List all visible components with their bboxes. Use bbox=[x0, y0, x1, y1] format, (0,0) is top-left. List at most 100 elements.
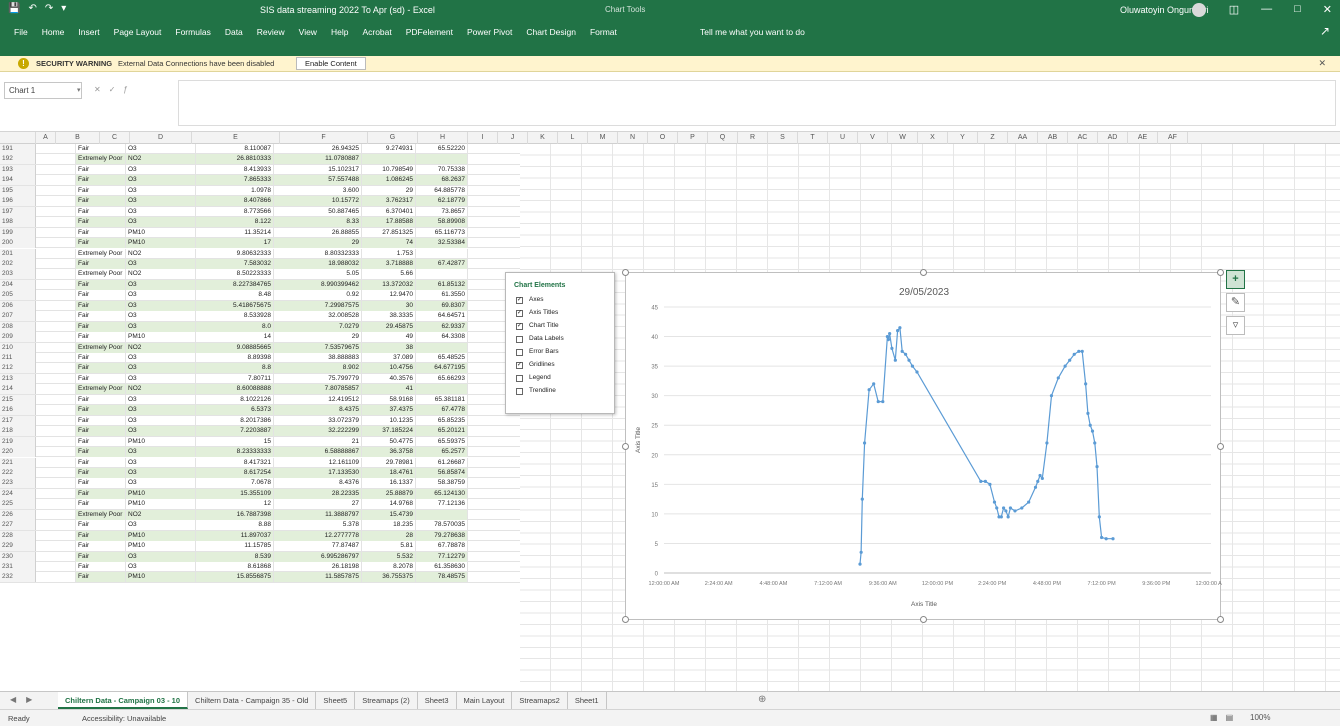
cell[interactable] bbox=[36, 164, 76, 175]
ribbon-tab[interactable]: Format bbox=[590, 27, 617, 37]
column-header[interactable]: AA bbox=[1008, 132, 1038, 144]
row-header[interactable]: 191 bbox=[0, 144, 36, 154]
cell[interactable]: 61.26687 bbox=[416, 457, 468, 468]
cell[interactable]: 8.413933 bbox=[196, 164, 274, 175]
column-header[interactable]: AC bbox=[1068, 132, 1098, 144]
cell[interactable]: 6.58888867 bbox=[274, 447, 362, 458]
row-header[interactable]: 225 bbox=[0, 499, 36, 510]
cell[interactable] bbox=[36, 394, 76, 405]
cell[interactable]: Fair bbox=[76, 457, 126, 468]
column-header[interactable]: F bbox=[280, 132, 368, 144]
row-header[interactable]: 212 bbox=[0, 363, 36, 374]
column-header[interactable]: H bbox=[418, 132, 468, 144]
cell[interactable]: PM10 bbox=[126, 488, 196, 499]
cell[interactable] bbox=[36, 488, 76, 499]
cell[interactable]: PM10 bbox=[126, 541, 196, 552]
cell[interactable]: Fair bbox=[76, 300, 126, 311]
cell[interactable]: 6.5373 bbox=[196, 405, 274, 416]
cell[interactable]: 32.222299 bbox=[274, 426, 362, 437]
cell[interactable]: 49 bbox=[362, 332, 416, 343]
data-point[interactable] bbox=[1068, 358, 1072, 362]
row-header[interactable]: 201 bbox=[0, 248, 36, 259]
sheet-tab[interactable]: Sheet3 bbox=[418, 692, 457, 709]
data-point[interactable] bbox=[896, 329, 900, 333]
data-point[interactable] bbox=[995, 506, 999, 510]
cell[interactable]: 7.865333 bbox=[196, 175, 274, 186]
cell[interactable] bbox=[416, 154, 468, 165]
cell[interactable] bbox=[36, 279, 76, 290]
ribbon-tab[interactable]: Insert bbox=[78, 27, 99, 37]
data-point[interactable] bbox=[907, 358, 911, 362]
cell[interactable]: 77.12136 bbox=[416, 499, 468, 510]
checkbox-checked-icon[interactable]: ✓ bbox=[516, 309, 523, 317]
row-header[interactable]: 194 bbox=[0, 175, 36, 186]
column-header[interactable]: AE bbox=[1128, 132, 1158, 144]
data-point[interactable] bbox=[1095, 465, 1099, 469]
column-header[interactable]: M bbox=[588, 132, 618, 144]
row-header[interactable]: 206 bbox=[0, 300, 36, 311]
cell[interactable]: 73.8657 bbox=[416, 206, 468, 217]
cell[interactable]: PM10 bbox=[126, 332, 196, 343]
cell[interactable]: 9.80632333 bbox=[196, 248, 274, 259]
cell[interactable] bbox=[36, 154, 76, 165]
cell[interactable]: 61.85132 bbox=[416, 279, 468, 290]
cell[interactable]: 29 bbox=[274, 332, 362, 343]
cell[interactable]: Fair bbox=[76, 426, 126, 437]
cell[interactable]: 15.102317 bbox=[274, 164, 362, 175]
column-header[interactable]: S bbox=[768, 132, 798, 144]
chart-element-option[interactable]: Trendline bbox=[516, 386, 556, 396]
cell[interactable]: 17.88588 bbox=[362, 217, 416, 228]
checkbox-icon[interactable] bbox=[516, 387, 523, 395]
chart-filters-button[interactable]: ▿ bbox=[1226, 316, 1245, 335]
cell[interactable]: 8.61868 bbox=[196, 562, 274, 572]
data-point[interactable] bbox=[1097, 515, 1101, 519]
cell[interactable]: PM10 bbox=[126, 530, 196, 541]
row-header[interactable]: 217 bbox=[0, 415, 36, 426]
cell[interactable]: 74 bbox=[362, 238, 416, 249]
cell[interactable]: Extremely Poor bbox=[76, 342, 126, 353]
cell[interactable]: 37.185224 bbox=[362, 426, 416, 437]
data-point[interactable] bbox=[988, 482, 992, 486]
cell[interactable]: 8.110087 bbox=[196, 144, 274, 154]
cell[interactable]: 78.570035 bbox=[416, 520, 468, 531]
column-header[interactable]: AD bbox=[1098, 132, 1128, 144]
data-point[interactable] bbox=[1093, 441, 1097, 445]
cell[interactable]: NO2 bbox=[126, 248, 196, 259]
data-point[interactable] bbox=[1090, 429, 1095, 433]
cell[interactable]: 57.557488 bbox=[274, 175, 362, 186]
cell[interactable]: 58.38759 bbox=[416, 478, 468, 489]
cell[interactable] bbox=[36, 572, 76, 583]
data-point[interactable] bbox=[1004, 509, 1008, 513]
cell[interactable]: O3 bbox=[126, 457, 196, 468]
x-axis-title[interactable]: Axis Title bbox=[911, 601, 937, 608]
row-header[interactable]: 202 bbox=[0, 258, 36, 269]
cell[interactable] bbox=[36, 478, 76, 489]
ribbon-tab[interactable]: Home bbox=[42, 27, 65, 37]
row-header[interactable]: 218 bbox=[0, 426, 36, 437]
cell[interactable]: 56.85874 bbox=[416, 467, 468, 478]
column-header[interactable]: P bbox=[678, 132, 708, 144]
data-point[interactable] bbox=[1049, 394, 1054, 398]
data-point[interactable] bbox=[1056, 376, 1060, 380]
close-warning-icon[interactable]: ✕ bbox=[1318, 58, 1326, 69]
cell[interactable]: 12.161109 bbox=[274, 457, 362, 468]
cell[interactable] bbox=[36, 332, 76, 343]
cancel-icon[interactable]: ✕ bbox=[94, 85, 101, 94]
next-sheet-icon[interactable]: ▶ bbox=[26, 695, 32, 704]
resize-handle[interactable] bbox=[622, 269, 629, 276]
cell[interactable]: 68.2637 bbox=[416, 175, 468, 186]
column-header[interactable]: D bbox=[130, 132, 192, 144]
ribbon-tab[interactable]: PDFelement bbox=[406, 27, 453, 37]
cell[interactable] bbox=[36, 269, 76, 280]
cell[interactable]: 29 bbox=[274, 238, 362, 249]
row-header[interactable]: 209 bbox=[0, 332, 36, 343]
row-header[interactable]: 216 bbox=[0, 405, 36, 416]
data-point[interactable] bbox=[979, 479, 983, 483]
row-header[interactable]: 195 bbox=[0, 185, 36, 196]
cell[interactable]: 16.7887398 bbox=[196, 509, 274, 520]
data-point[interactable] bbox=[1001, 506, 1006, 510]
series-line[interactable] bbox=[859, 326, 1113, 565]
cell[interactable]: 10.4756 bbox=[362, 363, 416, 374]
cell[interactable]: Extremely Poor bbox=[76, 384, 126, 395]
data-point[interactable] bbox=[876, 399, 880, 404]
